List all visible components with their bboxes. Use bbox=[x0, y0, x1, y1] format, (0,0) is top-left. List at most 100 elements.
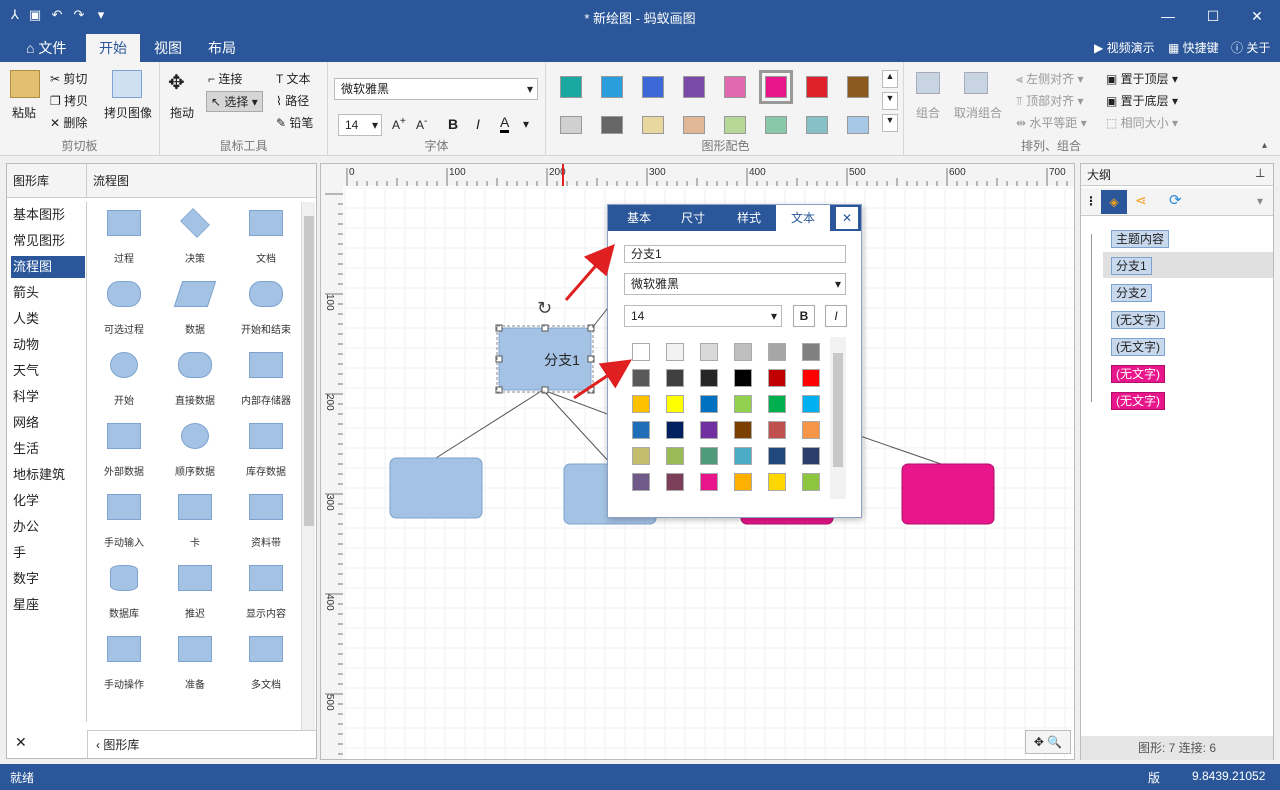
outline-node[interactable]: (无文字) bbox=[1111, 365, 1165, 383]
palette-color[interactable] bbox=[666, 395, 684, 413]
popup-tab-basic[interactable]: 基本 bbox=[612, 205, 666, 231]
shape-item[interactable]: 开始 bbox=[89, 352, 159, 412]
shape-item[interactable]: 资料带 bbox=[231, 494, 301, 554]
palette-color[interactable] bbox=[802, 447, 820, 465]
color-swatch[interactable] bbox=[724, 116, 746, 134]
pin-icon[interactable]: ⊥ bbox=[1255, 166, 1265, 180]
share-icon[interactable]: ⋖ bbox=[1135, 192, 1147, 209]
tab-layout[interactable]: 布局 bbox=[196, 34, 248, 62]
category-item[interactable]: 网络 bbox=[11, 412, 85, 434]
palette-color[interactable] bbox=[666, 421, 684, 439]
palette-color[interactable] bbox=[768, 421, 786, 439]
tab-view[interactable]: 视图 bbox=[142, 34, 194, 62]
palette-color[interactable] bbox=[768, 395, 786, 413]
left-align-button[interactable]: ⫷ 左侧对齐 ▾ bbox=[1016, 70, 1083, 87]
paste-button[interactable]: 粘贴 bbox=[12, 104, 36, 121]
path-tool-button[interactable]: ⌇ 路径 bbox=[276, 92, 309, 109]
auto-layout-icon[interactable]: ◈ bbox=[1101, 190, 1127, 214]
palette-color[interactable] bbox=[734, 473, 752, 491]
outline-node[interactable]: (无文字) bbox=[1111, 392, 1165, 410]
popup-size-select[interactable]: 14 ▾ bbox=[624, 305, 782, 327]
palette-scrollbar-thumb[interactable] bbox=[833, 353, 843, 467]
shape-item[interactable]: 显示内容 bbox=[231, 565, 301, 625]
font-grow-icon[interactable]: A+ bbox=[392, 116, 406, 132]
shape-item[interactable]: 内部存储器 bbox=[231, 352, 301, 412]
outline-node[interactable]: (无文字) bbox=[1111, 338, 1165, 356]
copy-image-button[interactable]: 拷贝图像 bbox=[104, 104, 152, 121]
color-swatch[interactable] bbox=[642, 76, 664, 98]
color-swatch[interactable] bbox=[642, 116, 664, 134]
outline-node[interactable]: 主题内容 bbox=[1111, 230, 1170, 248]
zoom-controls[interactable]: ✥ 🔍 bbox=[1025, 730, 1071, 754]
category-item[interactable]: 手 bbox=[11, 542, 85, 564]
shape-item[interactable]: 库存数据 bbox=[231, 423, 301, 483]
category-item[interactable]: 人类 bbox=[11, 308, 85, 330]
tab-file[interactable]: ⌂ 文件 bbox=[14, 34, 78, 62]
font-color-dropdown-icon[interactable]: ▾ bbox=[523, 117, 529, 131]
select-button[interactable]: ↖ 选择 ▾ bbox=[206, 91, 263, 112]
color-swatch[interactable] bbox=[560, 116, 582, 134]
palette-color[interactable] bbox=[802, 473, 820, 491]
italic-button[interactable]: I bbox=[476, 116, 480, 132]
category-item[interactable]: 星座 bbox=[11, 594, 85, 616]
ungroup-button[interactable]: 取消组合 bbox=[954, 104, 1002, 121]
category-item[interactable]: 生活 bbox=[11, 438, 85, 460]
palette-color[interactable] bbox=[768, 369, 786, 387]
outline-node[interactable]: 分支2 bbox=[1111, 284, 1152, 302]
palette-color[interactable] bbox=[734, 343, 752, 361]
palette-color[interactable] bbox=[700, 421, 718, 439]
palette-scrollbar[interactable] bbox=[830, 337, 846, 499]
palette-color[interactable] bbox=[700, 447, 718, 465]
category-item[interactable]: 地标建筑 bbox=[11, 464, 85, 486]
category-item[interactable]: 科学 bbox=[11, 386, 85, 408]
shape-item[interactable]: 开始和结束 bbox=[231, 281, 301, 341]
palette-color[interactable] bbox=[632, 369, 650, 387]
palette-color[interactable] bbox=[802, 421, 820, 439]
same-size-button[interactable]: ⬚ 相同大小 ▾ bbox=[1106, 114, 1178, 131]
tab-start[interactable]: 开始 bbox=[86, 34, 140, 62]
shape-item[interactable]: 决策 bbox=[160, 208, 230, 270]
refresh-icon[interactable]: ⟳ bbox=[1169, 191, 1182, 209]
shape-item[interactable]: 数据库 bbox=[89, 565, 159, 625]
bold-button[interactable]: B bbox=[448, 116, 458, 132]
color-swatch[interactable] bbox=[806, 76, 828, 98]
library-back-button[interactable]: ‹ 图形库 bbox=[87, 730, 316, 758]
bring-to-top-button[interactable]: ▣ 置于顶层 ▾ bbox=[1106, 70, 1178, 87]
popup-bold-button[interactable]: B bbox=[793, 305, 815, 327]
pencil-tool-button[interactable]: ✎ 铅笔 bbox=[276, 114, 313, 131]
color-swatch[interactable] bbox=[724, 76, 746, 98]
palette-color[interactable] bbox=[632, 421, 650, 439]
shape-item[interactable]: 手动操作 bbox=[89, 636, 159, 696]
minimize-button[interactable]: — bbox=[1145, 0, 1191, 32]
palette-color[interactable] bbox=[700, 369, 718, 387]
color-swatch[interactable] bbox=[847, 116, 869, 134]
scroll-up-icon[interactable]: ▲ bbox=[882, 70, 898, 88]
shape-item[interactable]: 外部数据 bbox=[89, 423, 159, 483]
popup-tab-text[interactable]: 文本 bbox=[776, 205, 830, 231]
category-item[interactable]: 动物 bbox=[11, 334, 85, 356]
horizontal-spacing-button[interactable]: ⇹ 水平等距 ▾ bbox=[1016, 114, 1087, 131]
popup-font-select[interactable]: 微软雅黑 ▾ bbox=[624, 273, 846, 295]
shape-item[interactable]: 推迟 bbox=[160, 565, 230, 625]
palette-color[interactable] bbox=[802, 343, 820, 361]
connector-line[interactable] bbox=[542, 389, 612, 465]
shape-item[interactable]: 准备 bbox=[160, 636, 230, 696]
close-library-button[interactable]: ✕ bbox=[15, 734, 27, 751]
popup-close-button[interactable]: ✕ bbox=[836, 207, 858, 229]
font-color-button[interactable]: A bbox=[500, 114, 510, 133]
video-demo-button[interactable]: ▶ 视频演示 bbox=[1094, 39, 1155, 56]
outline-node[interactable]: (无文字) bbox=[1111, 311, 1165, 329]
send-to-bottom-button[interactable]: ▣ 置于底层 ▾ bbox=[1106, 92, 1178, 109]
top-align-button[interactable]: ⫪ 顶部对齐 ▾ bbox=[1016, 92, 1084, 109]
palette-color[interactable] bbox=[666, 473, 684, 491]
shape-node[interactable] bbox=[389, 457, 483, 519]
copy-button[interactable]: ❐ 拷贝 bbox=[50, 92, 88, 109]
color-swatch[interactable] bbox=[765, 116, 787, 134]
cut-button[interactable]: ✂ 剪切 bbox=[50, 70, 87, 87]
shape-item[interactable]: 多文档 bbox=[231, 636, 301, 696]
palette-color[interactable] bbox=[666, 447, 684, 465]
palette-color[interactable] bbox=[768, 343, 786, 361]
color-swatch[interactable] bbox=[560, 76, 582, 98]
palette-color[interactable] bbox=[734, 369, 752, 387]
color-swatch[interactable] bbox=[847, 76, 869, 98]
